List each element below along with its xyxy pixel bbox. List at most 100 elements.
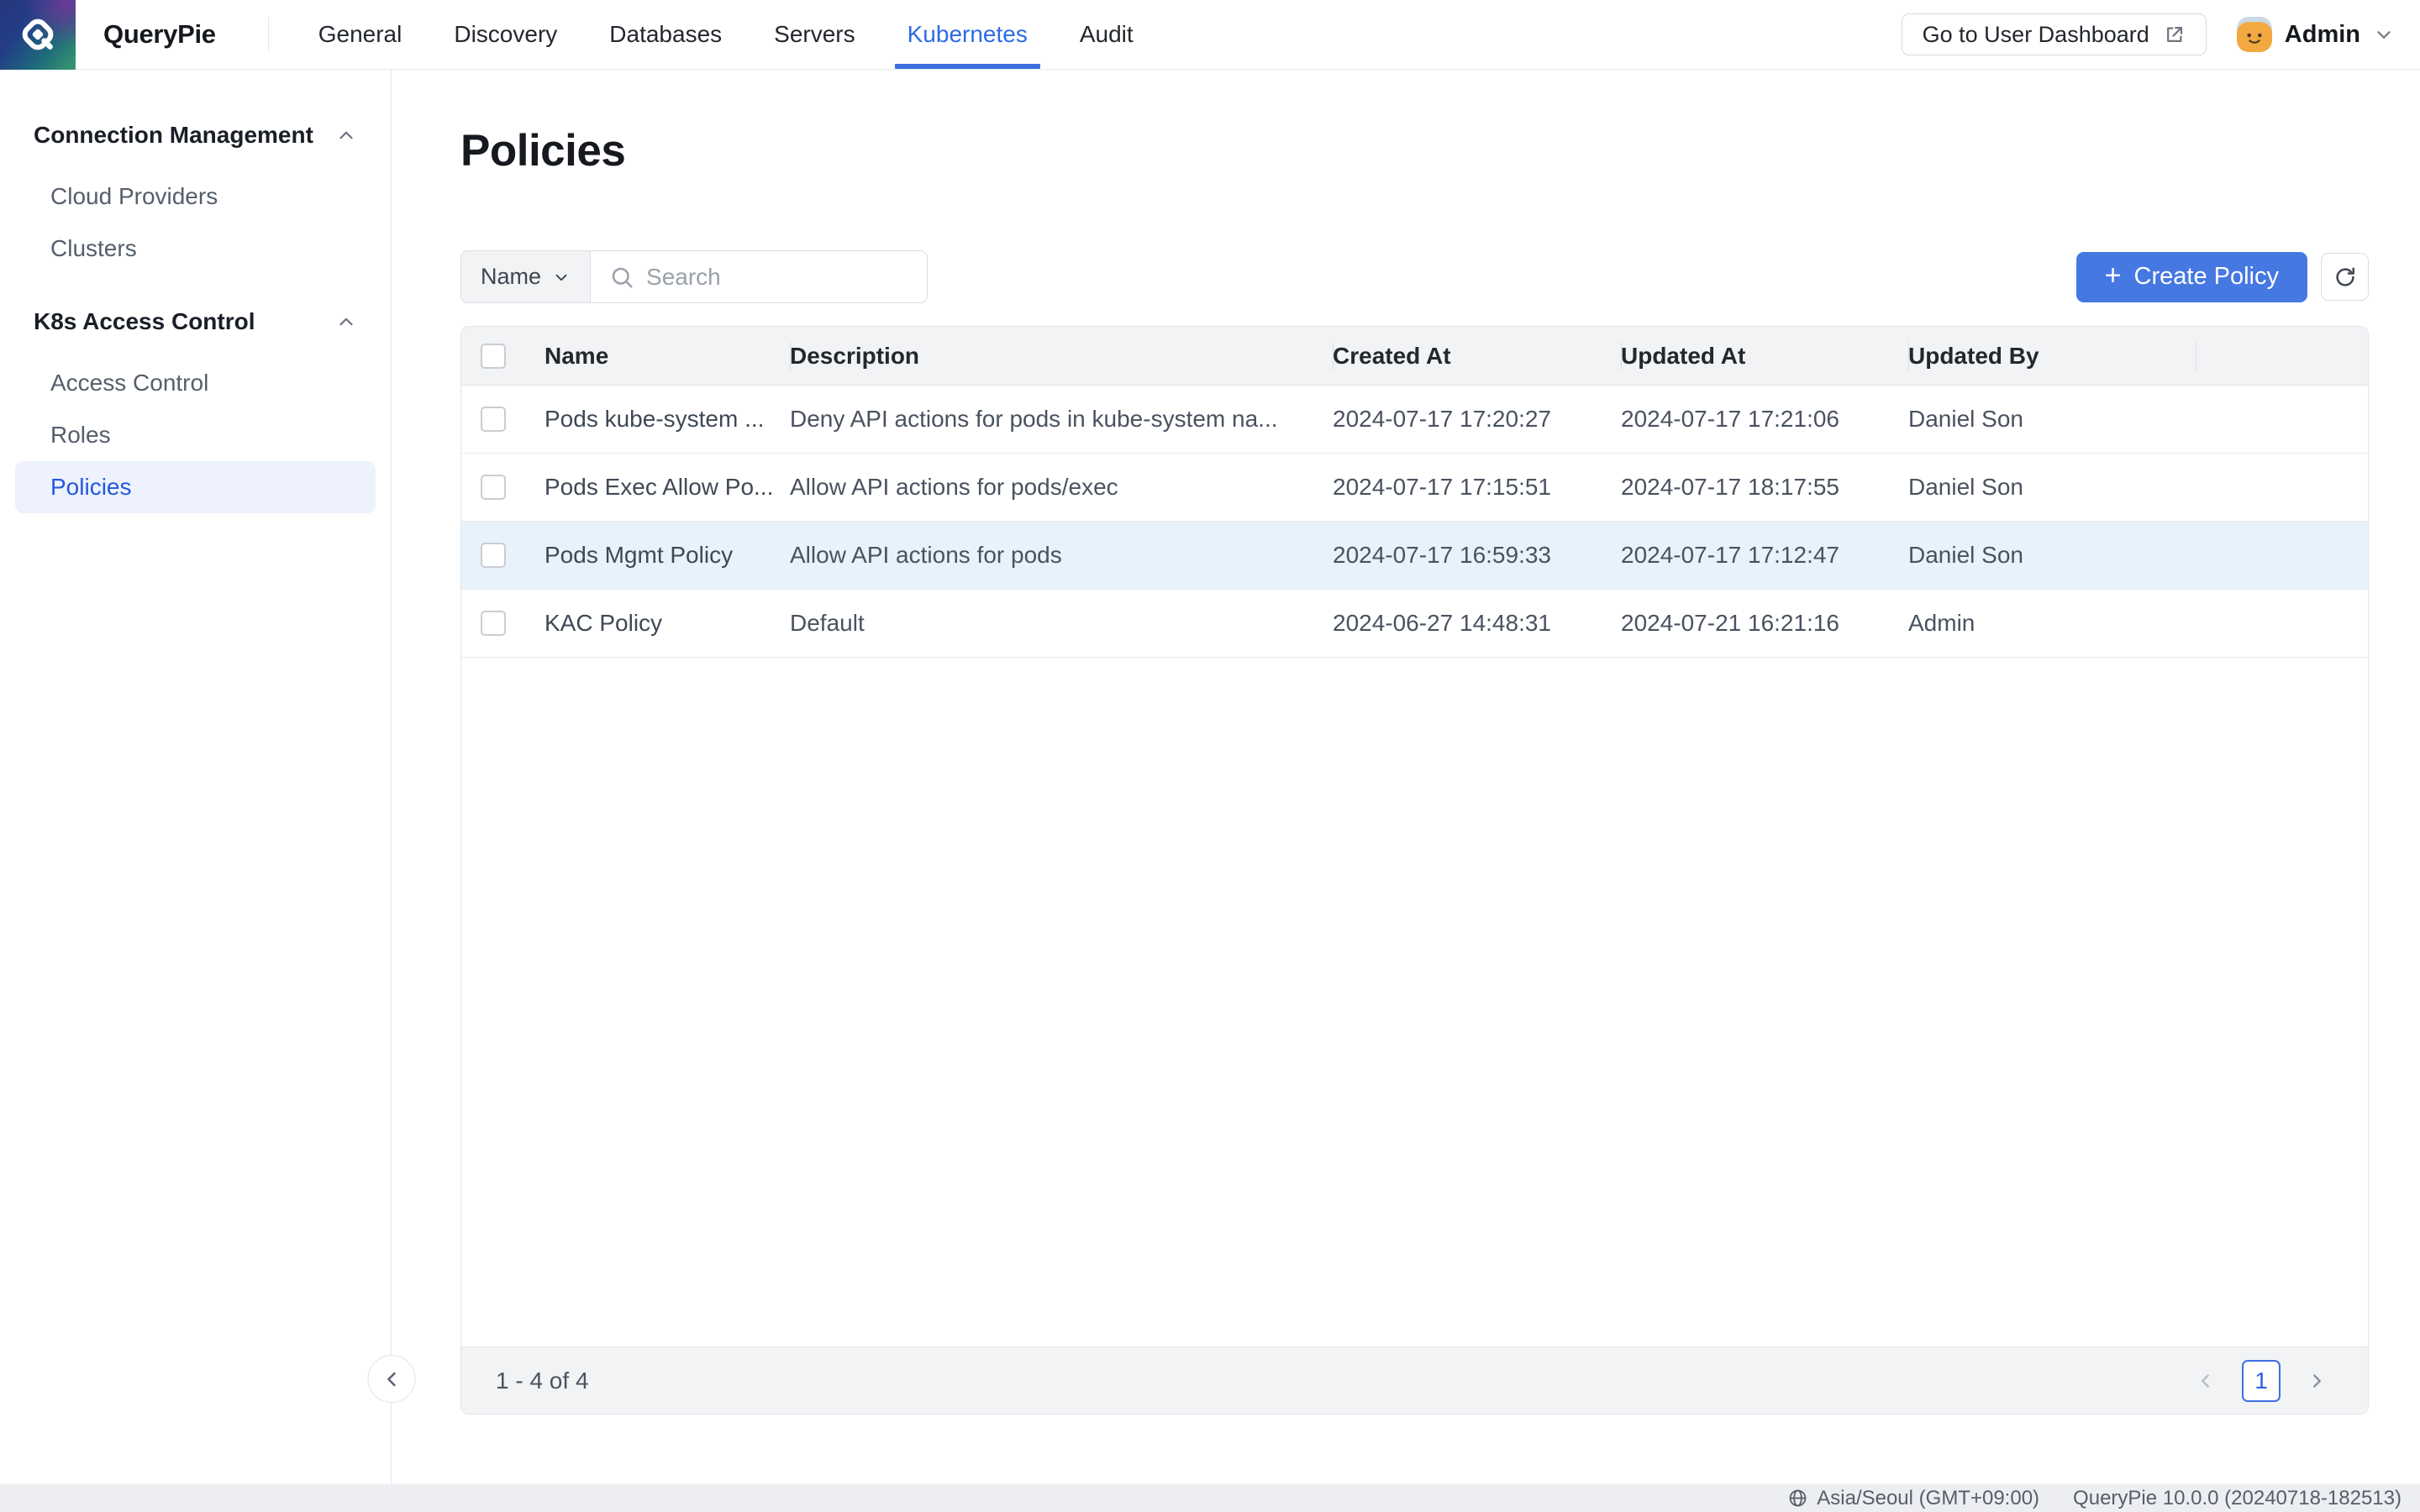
table-row[interactable]: Pods kube-system ... Deny API actions fo…: [461, 386, 2368, 454]
search-field-select[interactable]: Name: [461, 251, 591, 302]
cell-updated-at: 2024-07-17 17:12:47: [1621, 542, 1908, 569]
external-link-icon: [2163, 24, 2186, 46]
create-policy-label: Create Policy: [2134, 263, 2279, 291]
chevron-left-icon: [2195, 1370, 2217, 1392]
cell-name: KAC Policy: [544, 610, 790, 637]
top-navigation-bar: QueryPie General Discovery Databases Ser…: [0, 0, 2420, 70]
column-header-updated-by: Updated By: [1908, 327, 2196, 385]
table-row-highlighted[interactable]: Pods Mgmt Policy Allow API actions for p…: [461, 522, 2368, 590]
cell-updated-at: 2024-07-17 17:21:06: [1621, 406, 1908, 433]
cell-updated-at: 2024-07-17 18:17:55: [1621, 474, 1908, 501]
cell-name: Pods Mgmt Policy: [544, 542, 790, 569]
cell-name: Pods Exec Allow Po...: [544, 474, 790, 501]
column-header-description: Description: [790, 327, 1333, 385]
nav-tab-servers[interactable]: Servers: [748, 0, 881, 69]
chevron-down-icon: [552, 268, 571, 286]
pagination-page-1[interactable]: 1: [2242, 1360, 2281, 1402]
search-input[interactable]: [646, 264, 928, 291]
pagination-prev-button[interactable]: [2191, 1367, 2220, 1395]
querypie-logo-icon: [16, 13, 60, 56]
search-filter-group: Name: [460, 250, 928, 303]
table-footer: 1 - 4 of 4 1: [461, 1347, 2368, 1414]
section-title-label: K8s Access Control: [34, 308, 255, 335]
cell-name: Pods kube-system ...: [544, 406, 790, 433]
main-content: Policies Name + Create Policy: [392, 70, 2420, 1484]
row-checkbox-cell: [461, 454, 544, 521]
topbar-right: Go to User Dashboard Admin: [1902, 13, 2420, 55]
chevron-down-icon: [2373, 24, 2395, 45]
toolbar-actions: + Create Policy: [2076, 252, 2369, 302]
nav-tab-general[interactable]: General: [292, 0, 429, 69]
sidebar-gap: [0, 275, 391, 303]
cell-updated-by: Admin: [1908, 610, 2196, 637]
search-field-label: Name: [481, 264, 541, 290]
user-name: Admin: [2285, 21, 2360, 49]
timezone-text: Asia/Seoul (GMT+09:00): [1817, 1487, 2039, 1510]
row-checkbox-cell: [461, 590, 544, 657]
column-header-updated-at: Updated At: [1621, 327, 1908, 385]
cell-updated-by: Daniel Son: [1908, 474, 2196, 501]
row-checkbox[interactable]: [481, 475, 506, 500]
sidebar-collapse-button[interactable]: [368, 1355, 416, 1403]
sidebar-section-connection-management[interactable]: Connection Management: [0, 117, 391, 154]
sidebar-item-clusters[interactable]: Clusters: [15, 223, 376, 275]
cell-created-at: 2024-07-17 17:15:51: [1333, 474, 1621, 501]
cell-created-at: 2024-07-17 16:59:33: [1333, 542, 1621, 569]
cell-description: Allow API actions for pods: [790, 542, 1333, 569]
create-policy-button[interactable]: + Create Policy: [2076, 252, 2307, 302]
sidebar-item-cloud-providers[interactable]: Cloud Providers: [15, 171, 376, 223]
table-empty-area: [461, 658, 2368, 1347]
sidebar-item-access-control[interactable]: Access Control: [15, 357, 376, 409]
row-checkbox[interactable]: [481, 611, 506, 636]
go-to-user-dashboard-label: Go to User Dashboard: [1923, 22, 2149, 48]
user-menu[interactable]: Admin: [2237, 17, 2395, 52]
sidebar-section-k8s-access-control[interactable]: K8s Access Control: [0, 303, 391, 340]
querypie-logo[interactable]: [0, 0, 76, 70]
sidebar: Connection Management Cloud Providers Cl…: [0, 70, 392, 1484]
table-row[interactable]: Pods Exec Allow Po... Allow API actions …: [461, 454, 2368, 522]
globe-icon: [1787, 1488, 1808, 1509]
pagination-range-text: 1 - 4 of 4: [496, 1368, 589, 1394]
cell-updated-by: Daniel Son: [1908, 406, 2196, 433]
nav-tab-audit[interactable]: Audit: [1054, 0, 1160, 69]
search-icon: [609, 265, 634, 290]
search-box: [591, 251, 928, 302]
sidebar-item-roles[interactable]: Roles: [15, 409, 376, 461]
cell-description: Deny API actions for pods in kube-system…: [790, 406, 1333, 433]
section-title-label: Connection Management: [34, 122, 313, 149]
column-header-actions: [2196, 327, 2368, 385]
cell-created-at: 2024-07-17 17:20:27: [1333, 406, 1621, 433]
chevron-up-icon: [335, 311, 357, 333]
chevron-up-icon: [335, 124, 357, 146]
refresh-button[interactable]: [2321, 253, 2369, 301]
header-checkbox-cell: [461, 327, 544, 385]
pagination: 1: [2191, 1360, 2331, 1402]
nav-tab-discovery[interactable]: Discovery: [428, 0, 583, 69]
nav-tab-databases[interactable]: Databases: [583, 0, 748, 69]
topbar-divider: [268, 17, 269, 52]
toolbar: Name + Create Policy: [460, 250, 2369, 303]
avatar: [2237, 17, 2272, 52]
cell-updated-at: 2024-07-21 16:21:16: [1621, 610, 1908, 637]
row-checkbox[interactable]: [481, 407, 506, 432]
status-bar: Asia/Seoul (GMT+09:00) QueryPie 10.0.0 (…: [0, 1484, 2420, 1512]
plus-icon: +: [2105, 261, 2122, 290]
policies-table: Name Description Created At Updated At U…: [460, 326, 2369, 1415]
row-checkbox-cell: [461, 522, 544, 589]
row-checkbox[interactable]: [481, 543, 506, 568]
pagination-next-button[interactable]: [2302, 1367, 2331, 1395]
refresh-icon: [2333, 265, 2358, 290]
cell-updated-by: Daniel Son: [1908, 542, 2196, 569]
version-text: QueryPie 10.0.0 (20240718-182513): [2073, 1487, 2402, 1510]
chevron-left-icon: [380, 1368, 403, 1391]
nav-tab-kubernetes[interactable]: Kubernetes: [881, 0, 1054, 69]
cell-description: Allow API actions for pods/exec: [790, 474, 1333, 501]
go-to-user-dashboard-button[interactable]: Go to User Dashboard: [1902, 13, 2207, 55]
primary-nav: General Discovery Databases Servers Kube…: [292, 0, 1160, 69]
page-title: Policies: [460, 125, 2369, 176]
table-row[interactable]: KAC Policy Default 2024-06-27 14:48:31 2…: [461, 590, 2368, 658]
select-all-checkbox[interactable]: [481, 344, 506, 369]
column-header-created-at: Created At: [1333, 327, 1621, 385]
brand-name: QueryPie: [103, 19, 216, 50]
sidebar-item-policies[interactable]: Policies: [15, 461, 376, 513]
